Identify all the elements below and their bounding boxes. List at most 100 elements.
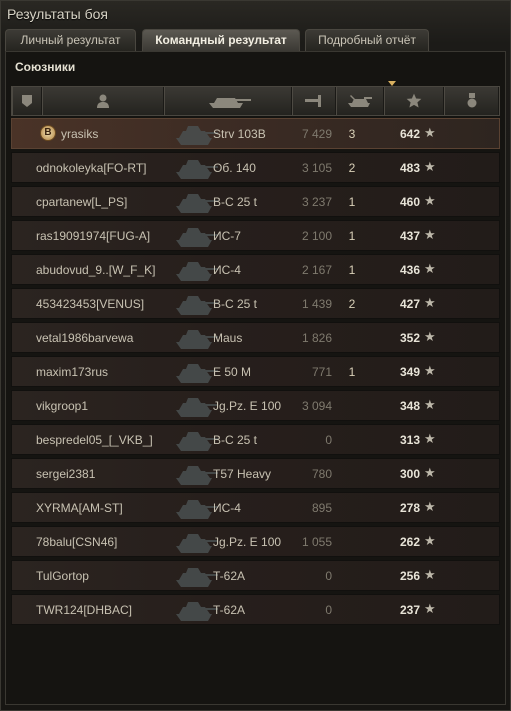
- col-vehicle[interactable]: [164, 87, 292, 115]
- vehicle-name: В-С 25 t: [213, 195, 258, 209]
- vehicle-name: В-С 25 t: [213, 297, 258, 311]
- table-row[interactable]: 78balu[CSN46] Jg.Pz. E 100 1 055 262 ★: [11, 526, 500, 557]
- xp-star-icon: ★: [424, 193, 436, 208]
- vehicle-name: Jg.Pz. E 100: [213, 535, 282, 549]
- xp-value: 460: [399, 195, 420, 209]
- xp-star-icon: ★: [424, 567, 436, 582]
- kills-value: 3: [348, 127, 356, 141]
- damage-value: 2 100: [301, 229, 332, 243]
- table-row[interactable]: bespredel05_[_VKB_] В-С 25 t 0 313 ★: [11, 424, 500, 455]
- damage-value: 7 429: [301, 127, 332, 141]
- table-row[interactable]: XYRMA[AM-ST] ИС-4 895 278 ★: [11, 492, 500, 523]
- table-row[interactable]: odnokoleyka[FO-RT] Об. 140 3 105 2 483 ★: [11, 152, 500, 183]
- player-name: abudovud_9..[W_F_K]: [36, 263, 156, 277]
- kills-icon: [348, 95, 372, 107]
- tab-detailed-report[interactable]: Подробный отчёт: [305, 29, 429, 51]
- damage-value: 3 105: [301, 161, 332, 175]
- player-name: sergei2381: [36, 467, 96, 481]
- vehicle-name: Maus: [213, 331, 243, 345]
- damage-value: 3 237: [301, 195, 332, 209]
- damage-icon: [305, 95, 321, 107]
- table-header: [11, 81, 500, 116]
- player-name: cpartanew[L_PS]: [36, 195, 128, 209]
- xp-star-icon: ★: [424, 499, 436, 514]
- player-name: maxim173rus: [36, 365, 109, 379]
- xp-star-icon: [406, 93, 422, 108]
- col-kills[interactable]: [336, 87, 384, 115]
- battle-results-window: Результаты боя Личный результат Командны…: [0, 0, 511, 711]
- table-row[interactable]: TulGortop T-62A 0 256 ★: [11, 560, 500, 591]
- xp-star-icon: ★: [424, 329, 436, 344]
- table-row[interactable]: cpartanew[L_PS] В-С 25 t 3 237 1 460 ★: [11, 186, 500, 217]
- kills-value: 1: [348, 365, 356, 379]
- xp-star-icon: ★: [424, 397, 436, 412]
- xp-value: 483: [399, 161, 420, 175]
- xp-value: 349: [399, 365, 420, 379]
- player-name: vetal1986barvewa: [36, 331, 134, 345]
- xp-star-icon: ★: [424, 295, 436, 310]
- col-xp[interactable]: [384, 87, 444, 115]
- col-medals[interactable]: [444, 87, 499, 115]
- player-name: yrasiks: [61, 127, 99, 141]
- table-row[interactable]: 453423453[VENUS] В-С 25 t 1 439 2 427 ★: [11, 288, 500, 319]
- damage-value: 1 055: [301, 535, 332, 549]
- xp-value: 642: [399, 127, 420, 141]
- platoon-icon: [22, 95, 32, 107]
- table-row[interactable]: abudovud_9..[W_F_K] ИС-4 2 167 1 436 ★: [11, 254, 500, 285]
- player-name: XYRMA[AM-ST]: [36, 501, 123, 515]
- vehicle-name: Об. 140: [213, 161, 256, 175]
- table-row[interactable]: TWR124[DHBAC] T-62A 0 237 ★: [11, 594, 500, 625]
- kills-value: 1: [348, 195, 356, 209]
- table-row[interactable]: ras19091974[FUG-A] ИС-7 2 100 1 437 ★: [11, 220, 500, 251]
- damage-value: 1 826: [301, 331, 332, 345]
- vehicle-name: T-62A: [213, 569, 246, 583]
- table-row[interactable]: vikgroop1 Jg.Pz. E 100 3 094 348 ★: [11, 390, 500, 421]
- vehicle-name: ИС-4: [213, 263, 241, 277]
- sort-indicator-icon: [388, 81, 396, 86]
- vehicle-name: Strv 103B: [213, 127, 266, 141]
- damage-value: 895: [311, 501, 332, 515]
- allies-section-title: Союзники: [15, 60, 76, 74]
- xp-star-icon: ★: [424, 465, 436, 480]
- player-name: bespredel05_[_VKB_]: [36, 433, 153, 447]
- table-row[interactable]: sergei2381 T57 Heavy 780 300 ★: [11, 458, 500, 489]
- player-name: TulGortop: [36, 569, 89, 583]
- player-name: 453423453[VENUS]: [36, 297, 145, 311]
- damage-value: 3 094: [301, 399, 332, 413]
- kills-value: 1: [348, 229, 356, 243]
- col-platoon[interactable]: [12, 87, 42, 115]
- xp-star-icon: ★: [424, 261, 436, 276]
- table-row[interactable]: maxim173rus E 50 M 771 1 349 ★: [11, 356, 500, 387]
- xp-value: 436: [399, 263, 420, 277]
- player-name: vikgroop1: [36, 399, 89, 413]
- col-damage[interactable]: [292, 87, 336, 115]
- xp-value: 427: [399, 297, 420, 311]
- xp-value: 300: [399, 467, 420, 481]
- damage-value: 0: [325, 433, 332, 447]
- player-icon: [97, 94, 109, 108]
- table-row[interactable]: Byrasiks Strv 103B 7 429 3 642 ★: [11, 118, 500, 149]
- tab-bar: Личный результат Командный результат Под…: [5, 29, 506, 51]
- vehicle-name: В-С 25 t: [213, 433, 258, 447]
- vehicle-name: E 50 M: [213, 365, 252, 379]
- player-name: odnokoleyka[FO-RT]: [36, 161, 147, 175]
- table-row[interactable]: vetal1986barvewa Maus 1 826 352 ★: [11, 322, 500, 353]
- damage-value: 2 167: [301, 263, 332, 277]
- player-badge-icon: B: [40, 125, 56, 141]
- xp-value: 278: [399, 501, 420, 515]
- xp-value: 348: [399, 399, 420, 413]
- damage-value: 1 439: [301, 297, 332, 311]
- player-name: ras19091974[FUG-A]: [36, 229, 151, 243]
- vehicle-name: ИС-7: [213, 229, 241, 243]
- tab-team-result[interactable]: Командный результат: [142, 29, 300, 51]
- xp-value: 313: [399, 433, 420, 447]
- xp-star-icon: ★: [424, 431, 436, 446]
- xp-star-icon: ★: [424, 363, 436, 378]
- damage-value: 0: [325, 569, 332, 583]
- damage-value: 780: [311, 467, 332, 481]
- xp-star-icon: ★: [424, 125, 436, 140]
- tab-personal-result[interactable]: Личный результат: [5, 29, 136, 51]
- col-player[interactable]: [42, 87, 164, 115]
- kills-value: 2: [348, 161, 356, 175]
- vehicle-name: T57 Heavy: [213, 467, 272, 481]
